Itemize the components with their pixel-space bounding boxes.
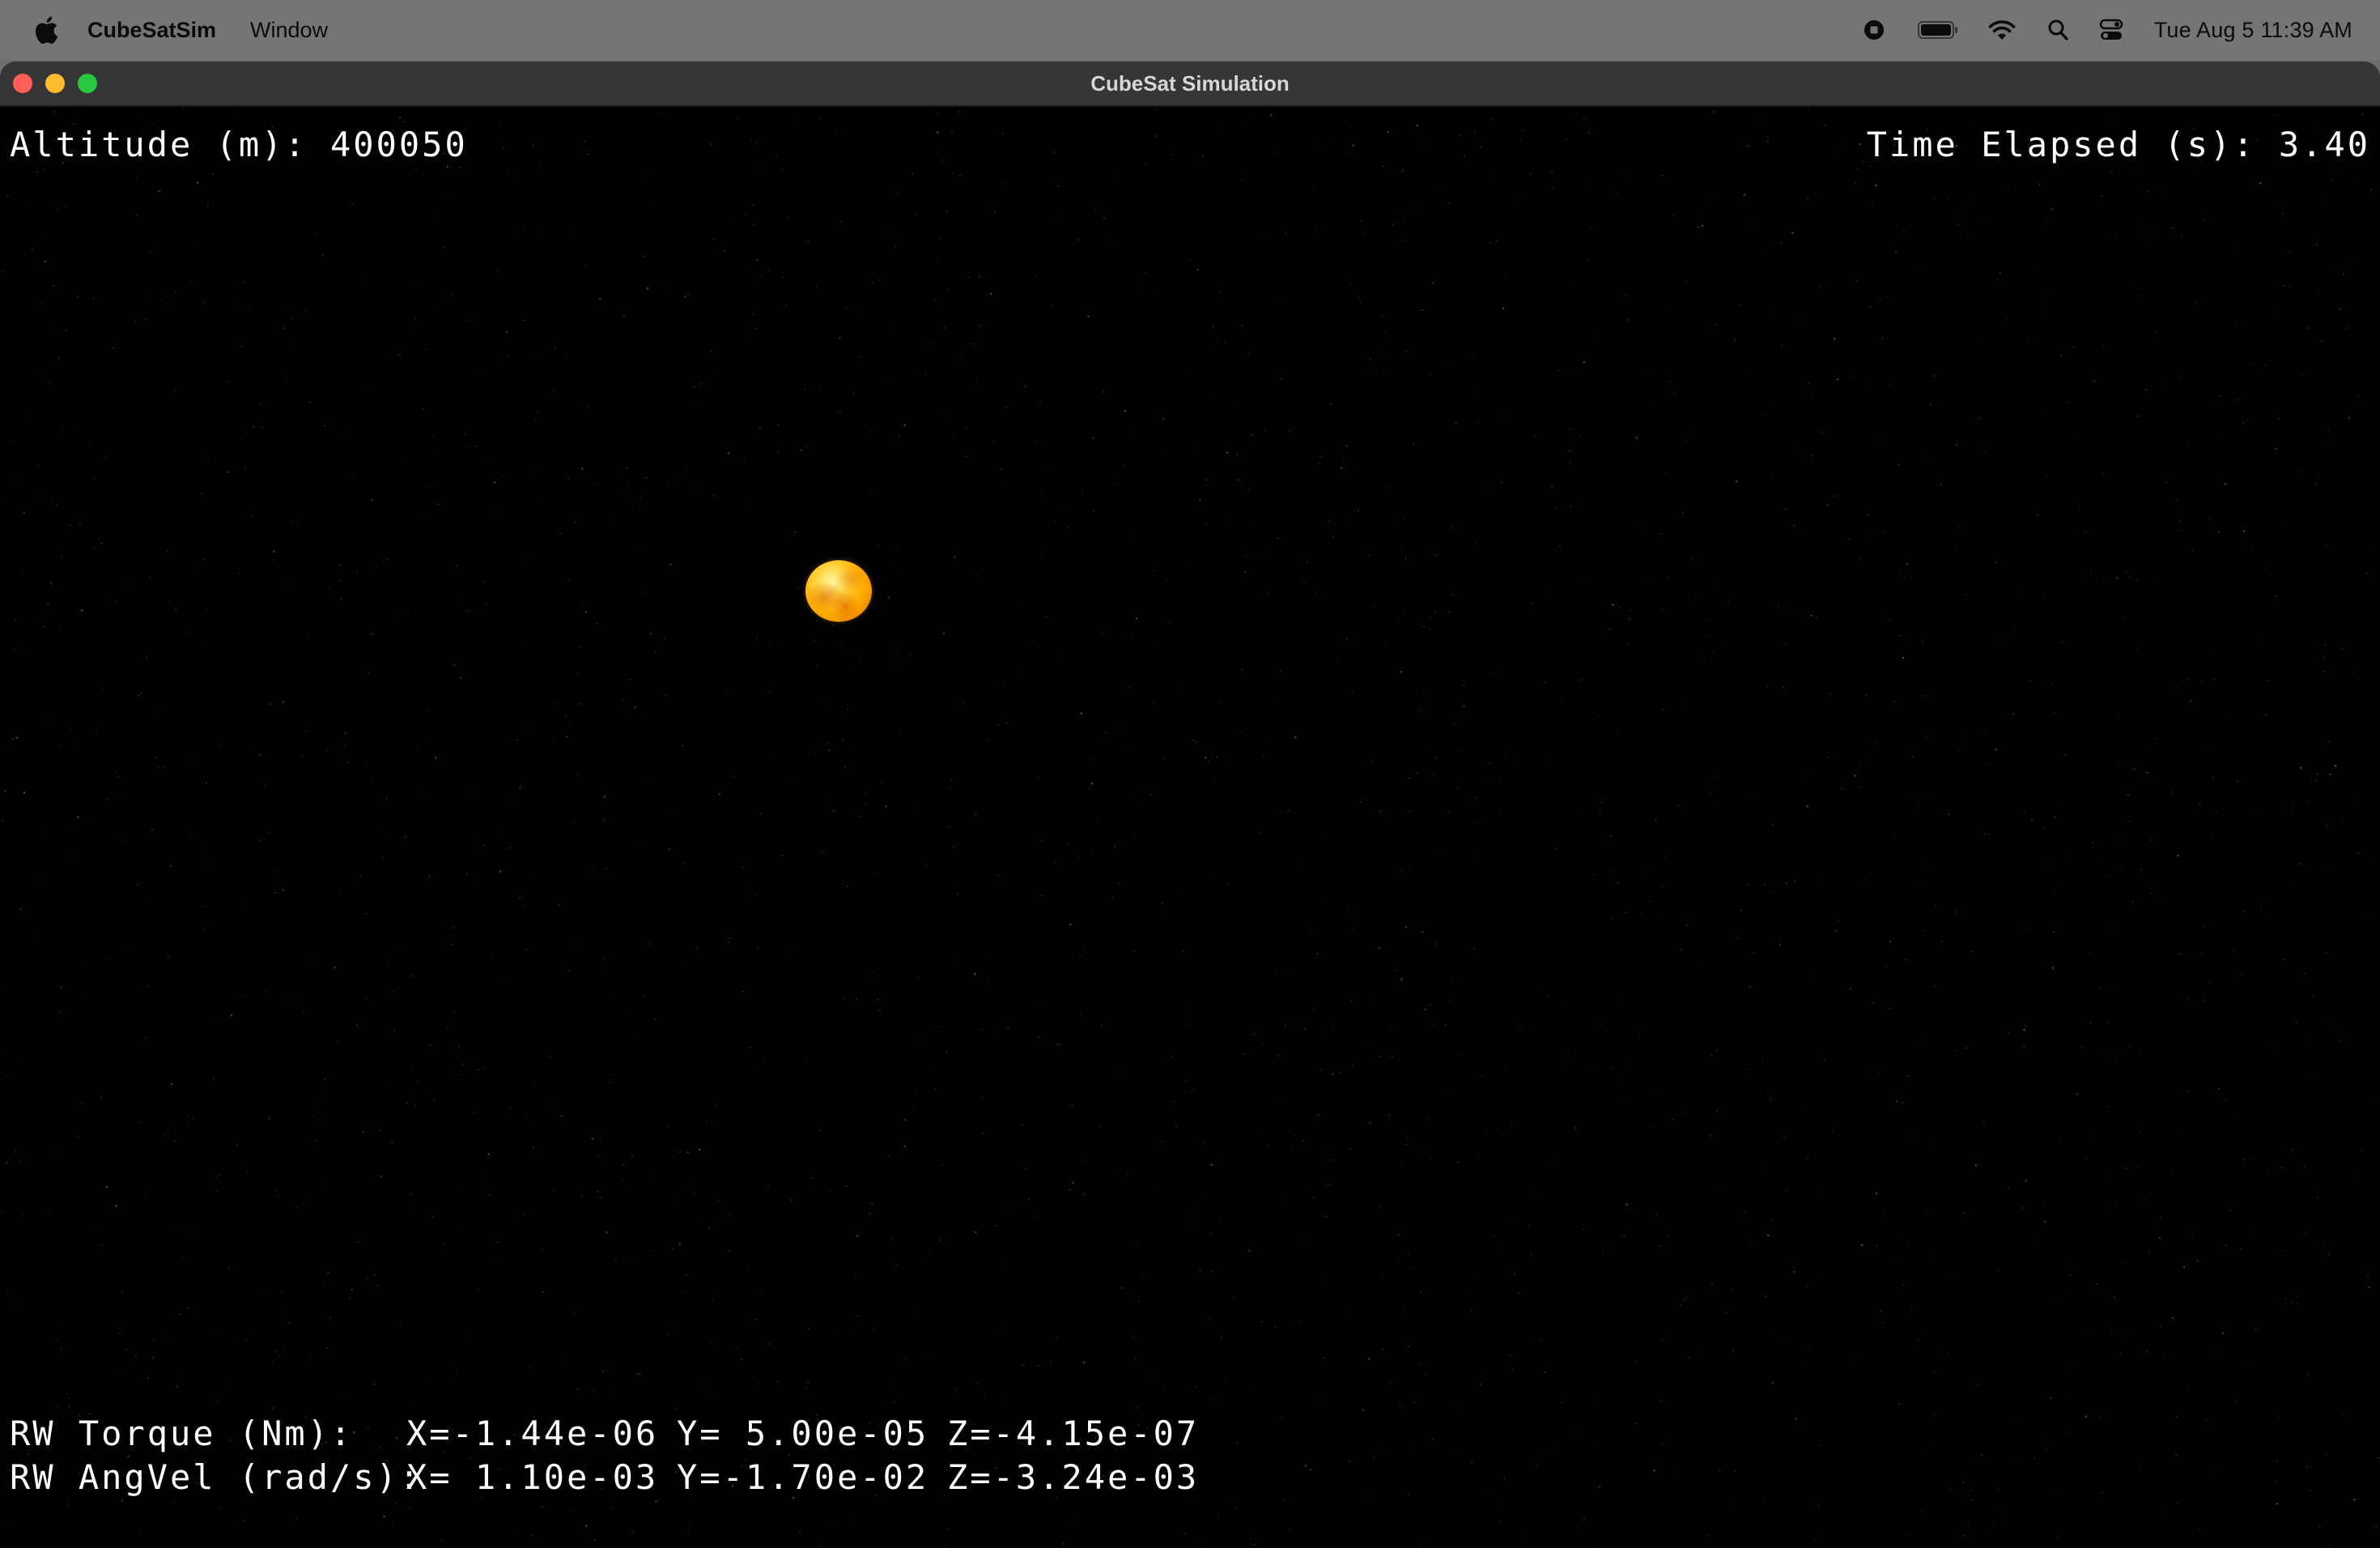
menu-item-window[interactable]: Window — [250, 18, 328, 43]
apple-menu-icon[interactable] — [32, 14, 60, 46]
time-elapsed-label: Time Elapsed (s): — [1866, 125, 2279, 164]
rw-torque-x: X=-1.44e-06 — [406, 1414, 659, 1453]
window-titlebar[interactable]: CubeSat Simulation — [0, 62, 2380, 107]
zoom-window-button[interactable] — [78, 74, 97, 93]
rw-angvel-label: RW AngVel (rad/s): — [10, 1457, 423, 1497]
rw-torque-row: RW Torque (Nm): X=-1.44e-06 Y= 5.00e-05 … — [10, 1414, 1199, 1453]
sun-sphere — [805, 560, 872, 622]
window-controls — [13, 74, 97, 93]
starfield-background — [0, 107, 2380, 1548]
simulation-window: CubeSat Simulation Altitude (m): 400050 … — [0, 62, 2380, 1548]
status-area: Tue Aug 5 11:39 AM — [1858, 0, 2352, 60]
rw-angvel-row: RW AngVel (rad/s): X= 1.10e-03 Y=-1.70e-… — [10, 1457, 1199, 1497]
rw-angvel-y: Y=-1.70e-02 — [677, 1457, 929, 1497]
screen-record-icon[interactable] — [1858, 0, 1890, 60]
simulation-viewport[interactable]: Altitude (m): 400050 Time Elapsed (s): 3… — [0, 107, 2380, 1548]
app-menu-name[interactable]: CubeSatSim — [87, 18, 216, 43]
altitude-value: 400050 — [330, 125, 468, 164]
close-window-button[interactable] — [13, 74, 32, 93]
rw-angvel-x: X= 1.10e-03 — [406, 1457, 659, 1497]
spotlight-search-icon[interactable] — [2046, 0, 2070, 60]
wifi-icon[interactable] — [1986, 0, 2018, 60]
rw-torque-z: Z=-4.15e-07 — [947, 1414, 1200, 1453]
time-elapsed-value: 3.40 — [2278, 125, 2370, 164]
control-center-icon[interactable] — [2097, 0, 2125, 60]
battery-icon[interactable] — [1917, 0, 1958, 60]
menubar-clock[interactable]: Tue Aug 5 11:39 AM — [2154, 18, 2352, 43]
altitude-label: Altitude (m): — [10, 125, 331, 164]
time-elapsed-readout: Time Elapsed (s): 3.40 — [1867, 125, 2370, 164]
altitude-readout: Altitude (m): 400050 — [10, 125, 468, 164]
rw-angvel-z: Z=-3.24e-03 — [947, 1457, 1200, 1497]
menu-bar: CubeSatSim Window Tue Aug 5 11:39 AM — [0, 0, 2380, 60]
rw-torque-label: RW Torque (Nm): — [10, 1414, 354, 1453]
minimize-window-button[interactable] — [45, 74, 65, 93]
rw-torque-y: Y= 5.00e-05 — [677, 1414, 929, 1453]
window-title: CubeSat Simulation — [1090, 70, 1290, 96]
